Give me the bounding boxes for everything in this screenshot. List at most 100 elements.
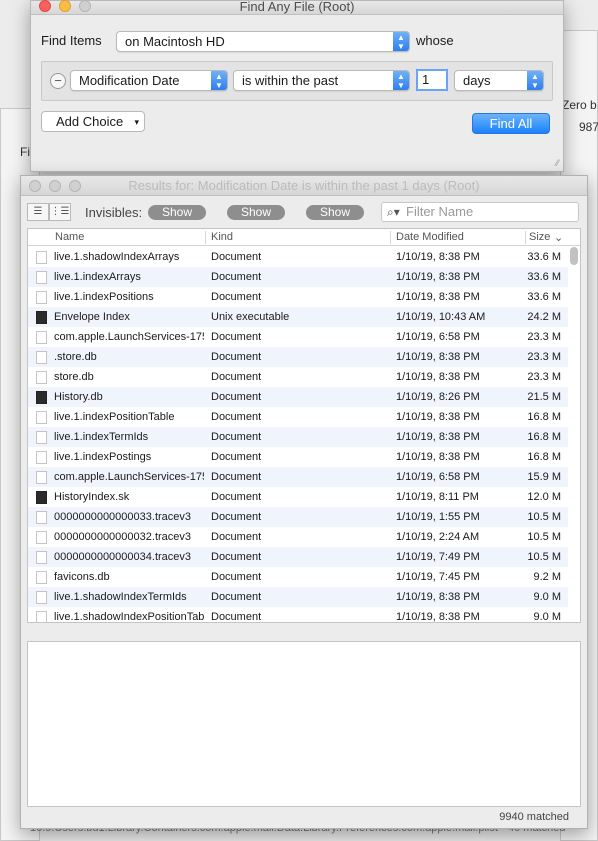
- cell-size: 23.3 M: [527, 371, 561, 383]
- find-window-title: Find Any File (Root): [239, 0, 355, 14]
- list-view-icon[interactable]: ☰: [27, 203, 49, 221]
- cell-name: live.1.shadowIndexPositionTable: [54, 611, 204, 623]
- document-icon: [36, 511, 47, 524]
- table-row[interactable]: live.1.indexPositionTable Document 1/10/19…: [28, 407, 568, 427]
- cell-date: 1/10/19, 2:24 AM: [396, 531, 480, 543]
- document-icon: [36, 611, 47, 622]
- criterion-row: − Modification Date ▲ ▼ is within the pas…: [41, 61, 553, 101]
- table-row[interactable]: com.apple.LaunchServices-175-v... Documen…: [28, 467, 568, 487]
- cell-date: 1/10/19, 8:26 PM: [396, 391, 480, 403]
- number-field[interactable]: 1: [416, 69, 448, 91]
- results-window-titlebar[interactable]: Results for: Modification Date is within…: [21, 176, 587, 196]
- executable-icon: [36, 311, 47, 324]
- cell-date: 1/10/19, 7:49 PM: [396, 551, 480, 563]
- cell-kind: Document: [211, 351, 262, 363]
- cell-kind: Document: [211, 271, 262, 283]
- executable-icon: [36, 391, 47, 404]
- table-row[interactable]: 0000000000000034.tracev3 Document 1/10/19,…: [28, 547, 568, 567]
- results-toolbar: ☰ ⋮☰ Invisibles: Show Show Show ⌕▾ Filte…: [21, 196, 587, 226]
- cell-size: 33.6 M: [527, 291, 561, 303]
- cell-kind: Document: [211, 531, 262, 543]
- cell-kind: Document: [211, 551, 262, 563]
- cell-kind: Document: [211, 411, 262, 423]
- cell-size: 10.5 M: [527, 551, 561, 563]
- cell-size: 16.8 M: [527, 431, 561, 443]
- cell-kind: Document: [211, 391, 262, 403]
- document-icon: [36, 411, 47, 424]
- popup-chevron-icon: ▲ ▼: [527, 71, 543, 90]
- operator-popup[interactable]: is within the past ▲ ▼: [233, 70, 410, 91]
- table-row[interactable]: 0000000000000032.tracev3 Document 1/10/19,…: [28, 527, 568, 547]
- cell-kind: Document: [211, 571, 262, 583]
- unit-popup[interactable]: days ▲ ▼: [454, 70, 544, 91]
- cell-name: live.1.shadowIndexArrays: [54, 251, 180, 263]
- cell-name: Envelope Index: [54, 311, 130, 323]
- find-window-titlebar[interactable]: Find Any File (Root): [31, 0, 563, 15]
- cell-name: 0000000000000034.tracev3: [54, 551, 192, 563]
- column-header-date[interactable]: Date Modified: [396, 231, 464, 243]
- popup-chevron-icon: ▲ ▼: [211, 71, 227, 90]
- location-popup-value: on Macintosh HD: [125, 34, 225, 49]
- table-row[interactable]: 0000000000000033.tracev3 Document 1/10/19,…: [28, 507, 568, 527]
- cell-size: 24.2 M: [527, 311, 561, 323]
- table-row[interactable]: live.1.indexArrays Document 1/10/19, 8:38 …: [28, 267, 568, 287]
- table-row[interactable]: com.apple.LaunchServices-175-v... Documen…: [28, 327, 568, 347]
- detail-pane: [27, 641, 581, 807]
- cell-name: 0000000000000032.tracev3: [54, 531, 192, 543]
- table-row[interactable]: Envelope Index Unix executable 1/10/19, 10…: [28, 307, 568, 327]
- table-row[interactable]: .store.db Document 1/10/19, 8:38 PM 23.3 M: [28, 347, 568, 367]
- table-row[interactable]: History.db Document 1/10/19, 8:26 PM 21.5 M: [28, 387, 568, 407]
- table-row[interactable]: store.db Document 1/10/19, 8:38 PM 23.3 M: [28, 367, 568, 387]
- document-icon: [36, 551, 47, 564]
- match-count: 9940 matched: [499, 811, 569, 823]
- results-table: Name Kind Date Modified Size ⌄ live.1.sh…: [27, 228, 581, 623]
- cell-name: store.db: [54, 371, 94, 383]
- show-invisibles-toggle-1[interactable]: Show: [148, 205, 206, 220]
- table-row[interactable]: live.1.shadowIndexTermIds Document 1/10/19…: [28, 587, 568, 607]
- location-popup[interactable]: on Macintosh HD ▲ ▼: [116, 31, 410, 52]
- add-choice-button[interactable]: Add Choice ▾: [41, 111, 145, 132]
- column-header-name[interactable]: Name: [55, 231, 84, 243]
- table-row[interactable]: live.1.indexPostings Document 1/10/19, 8:3…: [28, 447, 568, 467]
- table-row[interactable]: live.1.indexPositions Document 1/10/19, 8:…: [28, 287, 568, 307]
- attribute-popup-value: Modification Date: [79, 73, 180, 88]
- cell-date: 1/10/19, 8:38 PM: [396, 271, 480, 283]
- cell-name: HistoryIndex.sk: [54, 491, 130, 503]
- show-invisibles-toggle-2[interactable]: Show: [227, 205, 285, 220]
- show-invisibles-toggle-3[interactable]: Show: [306, 205, 364, 220]
- cell-date: 1/10/19, 8:38 PM: [396, 371, 480, 383]
- cell-size: 9.0 M: [533, 611, 561, 623]
- tree-view-icon[interactable]: ⋮☰: [49, 203, 71, 221]
- document-icon: [36, 271, 47, 284]
- cell-size: 15.9 M: [527, 471, 561, 483]
- filter-name-field[interactable]: ⌕▾ Filter Name: [381, 202, 579, 222]
- cell-date: 1/10/19, 8:11 PM: [396, 491, 479, 503]
- find-all-button[interactable]: Find All: [472, 113, 550, 134]
- vertical-scrollbar[interactable]: [570, 247, 578, 265]
- attribute-popup[interactable]: Modification Date ▲ ▼: [70, 70, 228, 91]
- search-icon: ⌕▾: [387, 205, 400, 219]
- column-header-size[interactable]: Size: [529, 231, 550, 243]
- results-window: Results for: Modification Date is within…: [20, 175, 588, 829]
- table-row[interactable]: favicons.db Document 1/10/19, 7:45 PM 9.2 M: [28, 567, 568, 587]
- remove-criterion-button[interactable]: −: [50, 73, 66, 89]
- table-row[interactable]: live.1.indexTermIds Document 1/10/19, 8:38…: [28, 427, 568, 447]
- cell-size: 33.6 M: [527, 271, 561, 283]
- cell-size: 12.0 M: [527, 491, 561, 503]
- cell-name: .store.db: [54, 351, 97, 363]
- table-row[interactable]: HistoryIndex.sk Document 1/10/19, 8:11 PM 1…: [28, 487, 568, 507]
- column-header-kind[interactable]: Kind: [211, 231, 233, 243]
- resize-grip-icon[interactable]: ⁄⁄: [556, 158, 559, 168]
- cell-name: live.1.indexPositionTable: [54, 411, 175, 423]
- table-row[interactable]: live.1.shadowIndexPositionTable Document 1…: [28, 607, 568, 623]
- cell-date: 1/10/19, 6:58 PM: [396, 331, 480, 343]
- background-text-fi: Fi: [20, 145, 30, 159]
- document-icon: [36, 331, 47, 344]
- popup-chevron-icon: ▲ ▼: [393, 32, 409, 51]
- table-row[interactable]: live.1.shadowIndexArrays Document 1/10/19,…: [28, 247, 568, 267]
- cell-size: 21.5 M: [527, 391, 561, 403]
- cell-kind: Document: [211, 591, 262, 603]
- cell-kind: Document: [211, 471, 262, 483]
- unit-popup-value: days: [463, 73, 491, 88]
- add-choice-label: Add Choice: [56, 114, 124, 129]
